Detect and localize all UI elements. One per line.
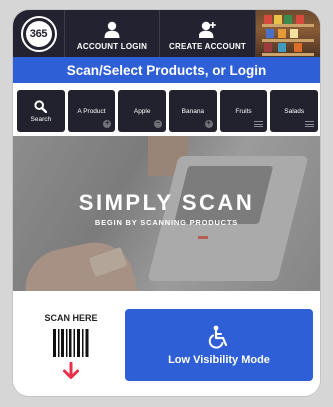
add-user-icon bbox=[198, 21, 216, 38]
hero-subtitle: BEGIN BY SCANNING PRODUCTS bbox=[94, 218, 239, 227]
instruction-banner: Scan/Select Products, or Login bbox=[13, 57, 320, 83]
barcode-icon bbox=[53, 329, 89, 357]
account-login-button[interactable]: ACCOUNT LOGIN bbox=[65, 10, 160, 57]
bottom-panel: SCAN HERE Low Visibility Mode bbox=[13, 291, 320, 396]
list-icon bbox=[305, 121, 315, 127]
create-account-label: CREATE ACCOUNT bbox=[168, 42, 247, 51]
minus-badge-icon: − bbox=[154, 120, 163, 128]
category-tile-salads[interactable]: Salads bbox=[270, 90, 319, 132]
store-shelf-image bbox=[256, 10, 320, 57]
list-icon bbox=[254, 121, 264, 127]
category-tile-fruits[interactable]: Fruits bbox=[219, 90, 268, 132]
arrow-down-icon bbox=[63, 362, 79, 379]
create-account-button[interactable]: CREATE ACCOUNT bbox=[160, 10, 256, 57]
user-icon bbox=[104, 21, 120, 38]
plus-badge-icon: + bbox=[103, 120, 112, 128]
top-bar: 365 ACCOUNT LOGIN CREATE ACCOUNT bbox=[13, 10, 320, 57]
category-tile-a-product[interactable]: A Product + bbox=[67, 90, 116, 132]
banner-text: Scan/Select Products, or Login bbox=[66, 62, 267, 78]
category-label: Banana bbox=[181, 107, 205, 115]
scan-here-label: SCAN HERE bbox=[44, 313, 98, 323]
low-visibility-mode-button[interactable]: Low Visibility Mode bbox=[125, 309, 313, 381]
hero-title: SIMPLY SCAN bbox=[78, 190, 255, 215]
category-tile-banana[interactable]: Banana + bbox=[169, 90, 217, 132]
kiosk-screen: 365 ACCOUNT LOGIN CREATE ACCOUNT Scan/Se… bbox=[13, 10, 320, 396]
search-button[interactable]: Search bbox=[17, 90, 65, 132]
plus-badge-icon: + bbox=[204, 120, 213, 128]
category-label: Salads bbox=[284, 107, 305, 115]
logo-text: 365 bbox=[25, 20, 52, 47]
hero-banner: SIMPLY SCAN BEGIN BY SCANNING PRODUCTS bbox=[13, 136, 320, 291]
category-tile-apple[interactable]: Apple − bbox=[118, 90, 167, 132]
category-label: A Product bbox=[77, 107, 106, 115]
scan-here-indicator: SCAN HERE bbox=[21, 313, 121, 380]
brand-logo: 365 bbox=[13, 10, 65, 57]
category-bar: Search A Product + Apple − Banana + Frui… bbox=[17, 90, 319, 132]
search-icon bbox=[34, 99, 48, 113]
wheelchair-icon bbox=[208, 325, 228, 349]
low-visibility-label: Low Visibility Mode bbox=[168, 353, 270, 366]
account-login-label: ACCOUNT LOGIN bbox=[76, 42, 148, 51]
search-label: Search bbox=[30, 115, 52, 123]
category-label: Apple bbox=[133, 107, 151, 115]
category-label: Fruits bbox=[235, 107, 252, 115]
